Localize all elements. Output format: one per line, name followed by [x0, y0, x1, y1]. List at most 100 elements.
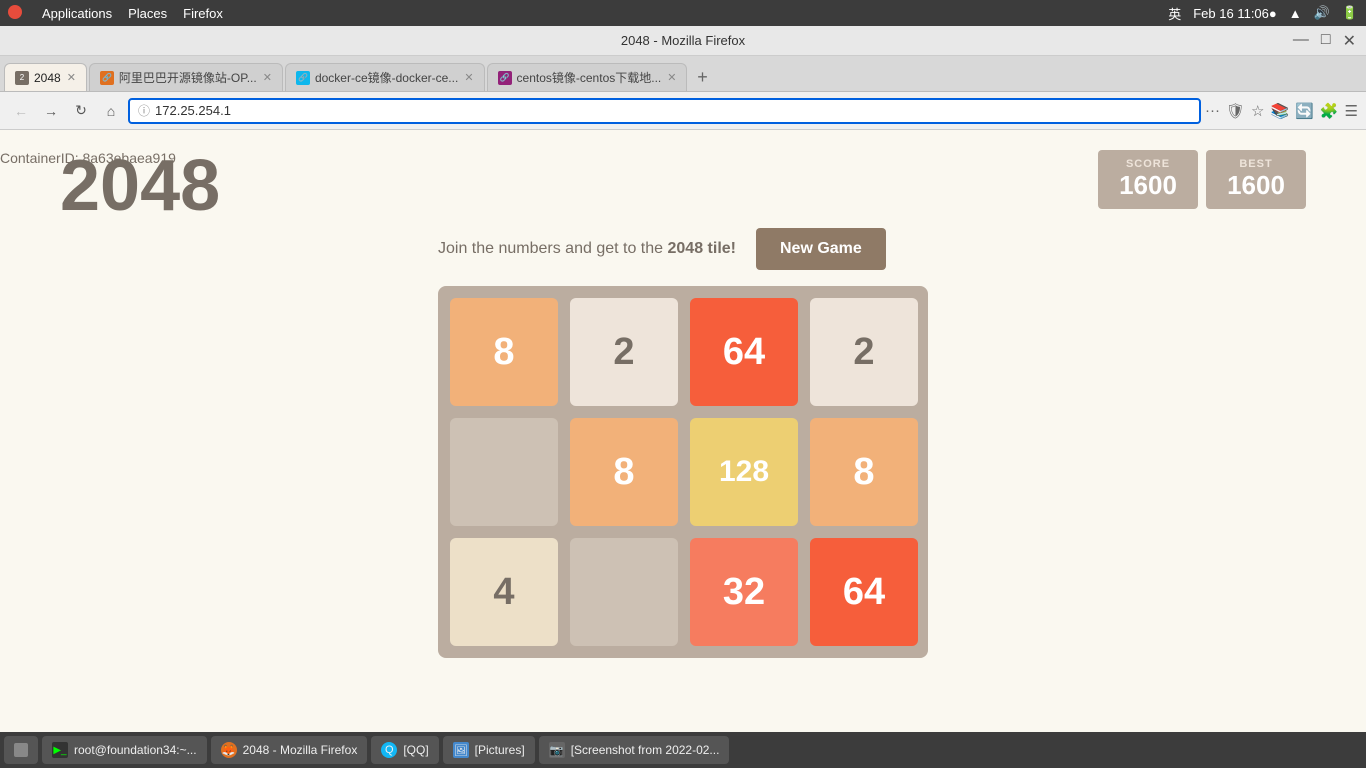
tab-docker-close[interactable]: ✕ — [464, 71, 473, 84]
game-subtitle: Join the numbers and get to the 2048 til… — [438, 240, 736, 258]
tab-centos-icon: 🔗 — [498, 71, 512, 85]
cell-0-3: 2 — [810, 298, 918, 406]
os-speaker-icon: 🔊 — [1314, 5, 1330, 21]
addr-bookmark-icon[interactable]: ☆ — [1251, 102, 1264, 120]
taskbar-qq-label: [QQ] — [403, 743, 428, 757]
cell-1-1: 8 — [570, 418, 678, 526]
tab-centos-label: centos镜像-centos下载地... — [517, 69, 662, 86]
firefox-icon: 🦊 — [221, 742, 237, 758]
container-id-label: ContainerID: 8a63ebaea919 — [0, 150, 176, 166]
tab-alibaba-close[interactable]: ✕ — [263, 71, 272, 84]
addr-sync-icon: 🔄 — [1295, 102, 1314, 120]
score-label: SCORE — [1118, 158, 1178, 170]
taskbar-terminal-btn[interactable]: ▶_ root@foundation34:~... — [42, 736, 207, 764]
game-top-row: 2048 SCORE 1600 BEST 1600 — [60, 150, 1306, 222]
taskbar-firefox-label: 2048 - Mozilla Firefox — [243, 743, 358, 757]
browser-win-controls: — □ ✕ — [1293, 31, 1356, 51]
os-places-menu[interactable]: Places — [128, 6, 167, 21]
tab-2048[interactable]: 2 2048 ✕ — [4, 63, 87, 91]
os-topbar-left: Applications Places Firefox — [8, 5, 223, 22]
score-box: SCORE 1600 — [1098, 150, 1198, 209]
tab-docker-label: docker-ce镜像-docker-ce... — [315, 69, 458, 86]
addr-bookmarks-btn[interactable]: 📚 — [1270, 102, 1289, 120]
os-logo-icon — [8, 5, 22, 19]
taskbar-screenshot-label: [Screenshot from 2022-02... — [571, 743, 720, 757]
qq-icon: Q — [381, 742, 397, 758]
cell-0-2: 64 — [690, 298, 798, 406]
cell-2-3: 64 — [810, 538, 918, 646]
score-boxes: SCORE 1600 BEST 1600 — [1098, 150, 1306, 209]
taskbar-pictures-label: [Pictures] — [475, 743, 525, 757]
address-text: 172.25.254.1 — [155, 103, 231, 118]
os-applications-menu[interactable]: Applications — [42, 6, 112, 21]
cell-0-0: 8 — [450, 298, 558, 406]
address-box[interactable]: ⓘ 172.25.254.1 — [128, 98, 1201, 124]
page-content: ContainerID: 8a63ebaea919 2048 SCORE 160… — [0, 130, 1366, 732]
nav-home-btn[interactable]: ⌂ — [98, 98, 124, 124]
cell-1-3: 8 — [810, 418, 918, 526]
taskbar: ▶_ root@foundation34:~... 🦊 2048 - Mozil… — [0, 732, 1366, 768]
tab-2048-icon: 2 — [15, 71, 29, 85]
tab-alibaba-label: 阿里巴巴开源镜像站-OP... — [119, 69, 257, 86]
browser-titlebar: 2048 - Mozilla Firefox — □ ✕ — [0, 26, 1366, 56]
addr-shield-icon: 🛡 — [1226, 102, 1245, 120]
game-grid[interactable]: 8 2 64 2 8 128 8 4 32 64 — [438, 286, 928, 658]
cell-2-0: 4 — [450, 538, 558, 646]
best-label: BEST — [1226, 158, 1286, 170]
new-game-button[interactable]: New Game — [756, 228, 886, 270]
tab-centos-close[interactable]: ✕ — [667, 71, 676, 84]
tab-2048-label: 2048 — [34, 71, 61, 85]
os-app-indicator — [8, 5, 26, 22]
os-topbar: Applications Places Firefox 英 Feb 16 11:… — [0, 0, 1366, 26]
addr-menu-btn[interactable]: ☰ — [1345, 102, 1358, 120]
win-minimize-btn[interactable]: — — [1293, 31, 1309, 51]
os-datetime: Feb 16 11:06● — [1193, 6, 1277, 21]
pictures-icon: 🖼 — [453, 742, 469, 758]
terminal-icon: ▶_ — [52, 742, 68, 758]
game-area: 2048 SCORE 1600 BEST 1600 Join the numbe… — [60, 150, 1306, 658]
os-lang-indicator: 英 — [1168, 4, 1181, 23]
cell-2-1 — [570, 538, 678, 646]
win-maximize-btn[interactable]: □ — [1321, 31, 1331, 51]
address-info-icon: ⓘ — [138, 102, 150, 119]
browser-tabs: 2 2048 ✕ 🔗 阿里巴巴开源镜像站-OP... ✕ 🔗 docker-ce… — [0, 56, 1366, 92]
cell-1-0 — [450, 418, 558, 526]
browser-title: 2048 - Mozilla Firefox — [621, 33, 745, 48]
taskbar-screenshot-btn[interactable]: 📷 [Screenshot from 2022-02... — [539, 736, 730, 764]
win-close-btn[interactable]: ✕ — [1343, 31, 1356, 51]
tab-alibaba[interactable]: 🔗 阿里巴巴开源镜像站-OP... ✕ — [89, 63, 283, 91]
nav-forward-btn[interactable]: → — [38, 98, 64, 124]
tab-2048-close[interactable]: ✕ — [67, 71, 76, 84]
taskbar-desktop-btn[interactable] — [4, 736, 38, 764]
browser-window: 2048 - Mozilla Firefox — □ ✕ 2 2048 ✕ 🔗 … — [0, 26, 1366, 130]
tab-docker[interactable]: 🔗 docker-ce镜像-docker-ce... ✕ — [285, 63, 485, 91]
addr-more-btn[interactable]: ··· — [1205, 102, 1220, 119]
desktop-icon — [14, 743, 28, 757]
new-tab-button[interactable]: + — [689, 63, 717, 91]
tab-alibaba-icon: 🔗 — [100, 71, 114, 85]
taskbar-firefox-btn[interactable]: 🦊 2048 - Mozilla Firefox — [211, 736, 368, 764]
cell-1-2: 128 — [690, 418, 798, 526]
taskbar-terminal-label: root@foundation34:~... — [74, 743, 197, 757]
taskbar-pictures-btn[interactable]: 🖼 [Pictures] — [443, 736, 535, 764]
cell-0-1: 2 — [570, 298, 678, 406]
tab-centos[interactable]: 🔗 centos镜像-centos下载地... ✕ — [487, 63, 687, 91]
os-battery-icon: 🔋 — [1342, 5, 1358, 21]
addr-extensions-icon: 🧩 — [1320, 102, 1339, 120]
score-value: 1600 — [1118, 170, 1178, 201]
os-firefox-menu[interactable]: Firefox — [183, 6, 223, 21]
subtitle-highlight: 2048 tile! — [668, 240, 736, 257]
browser-addressbar: ← → ↻ ⌂ ⓘ 172.25.254.1 ··· 🛡 ☆ 📚 🔄 🧩 ☰ — [0, 92, 1366, 130]
cell-2-2: 32 — [690, 538, 798, 646]
nav-refresh-btn[interactable]: ↻ — [68, 98, 94, 124]
os-topbar-right: 英 Feb 16 11:06● ▲ 🔊 🔋 — [1168, 4, 1358, 23]
os-wifi-icon: ▲ — [1289, 6, 1302, 21]
best-box: BEST 1600 — [1206, 150, 1306, 209]
screenshot-icon: 📷 — [549, 742, 565, 758]
taskbar-qq-btn[interactable]: Q [QQ] — [371, 736, 438, 764]
address-right-controls: ··· 🛡 ☆ 📚 🔄 🧩 ☰ — [1205, 102, 1358, 120]
tab-docker-icon: 🔗 — [296, 71, 310, 85]
subtitle-pre: Join the numbers and get to the — [438, 240, 663, 257]
nav-back-btn[interactable]: ← — [8, 98, 34, 124]
subtitle-row: Join the numbers and get to the 2048 til… — [438, 228, 928, 270]
